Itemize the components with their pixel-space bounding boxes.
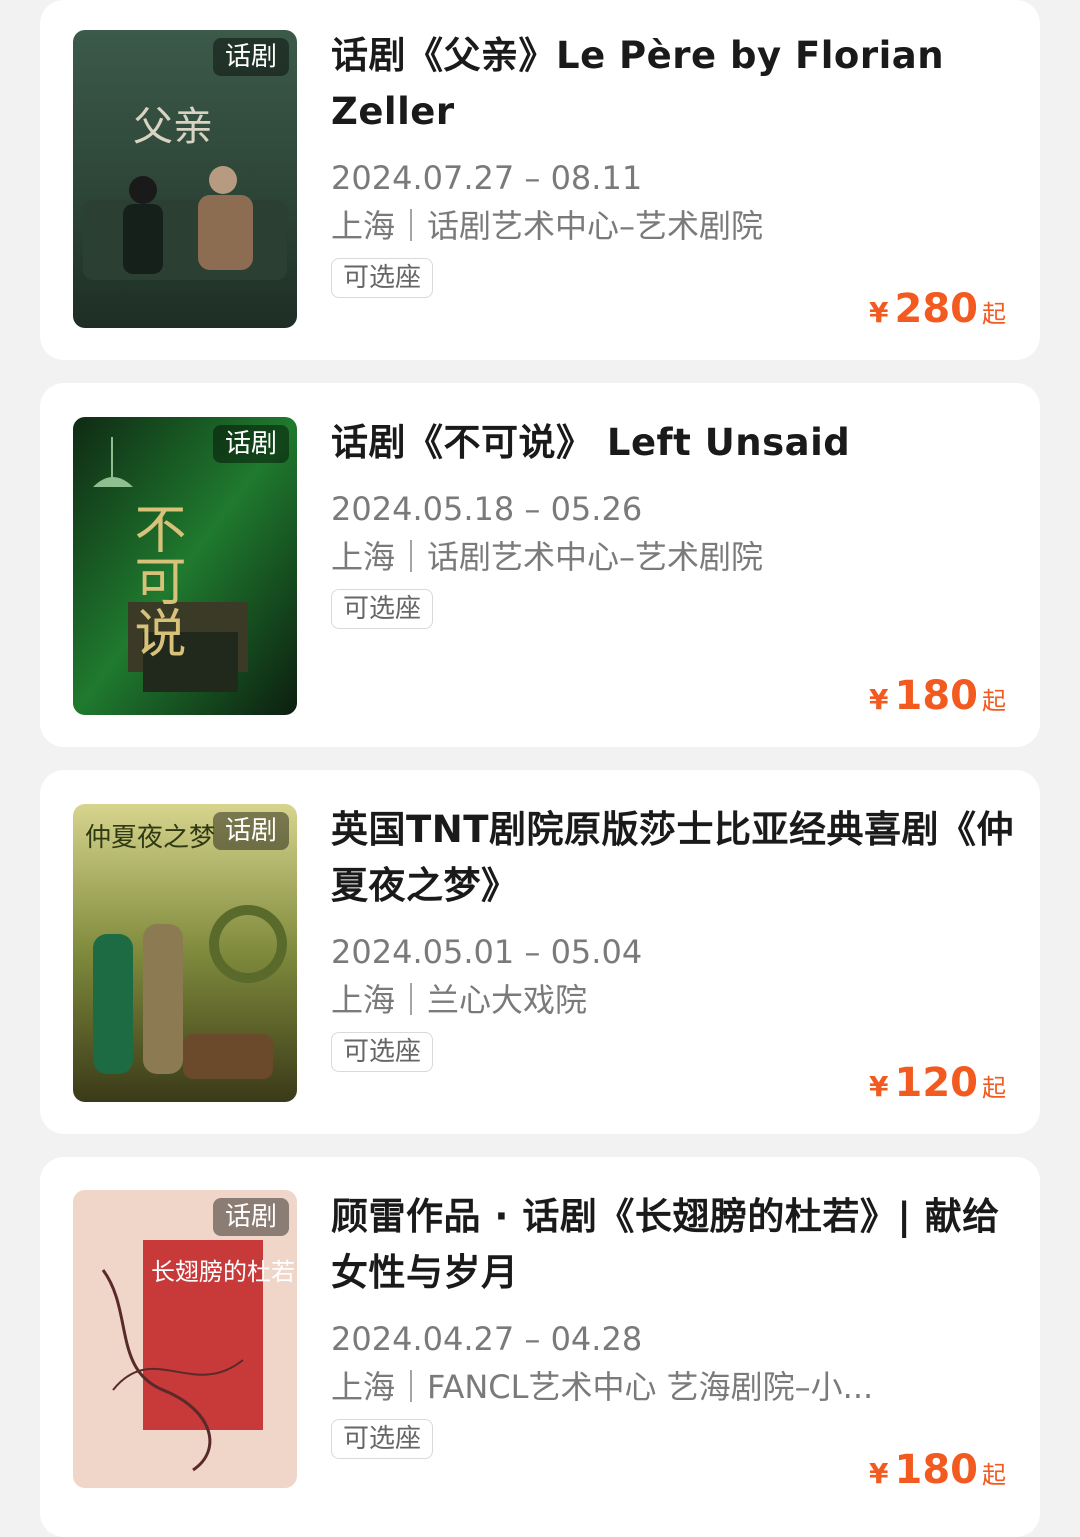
poster-title-text: 仲夏夜之梦 <box>85 823 215 853</box>
seat-selectable-badge: 可选座 <box>331 1032 434 1072</box>
price-suffix: 起 <box>982 687 1006 715</box>
show-card-father[interactable]: 父亲 话剧 话剧《父亲》Le Père by Florian Zeller 20… <box>40 0 1040 360</box>
show-card-midsummer[interactable]: 仲夏夜之梦 话剧 英国TNT剧院原版莎士比亚经典喜剧《仲夏夜之梦》 2024.0… <box>40 770 1040 1134</box>
price-suffix: 起 <box>982 300 1006 328</box>
show-list: 父亲 话剧 话剧《父亲》Le Père by Florian Zeller 20… <box>0 0 1080 1537</box>
price-value: 120 <box>894 1060 979 1106</box>
show-venue: 上海｜兰心大戏院 <box>331 981 588 1019</box>
show-title[interactable]: 话剧《父亲》Le Père by Florian Zeller <box>331 28 1021 140</box>
currency-symbol: ¥ <box>869 296 889 329</box>
price-value: 180 <box>894 673 979 719</box>
price: ¥120 起 <box>869 1060 1006 1106</box>
show-card-left-unsaid[interactable]: 不可说 话剧 话剧《不可说》 Left Unsaid 2024.05.18 – … <box>40 383 1040 747</box>
currency-symbol: ¥ <box>869 1457 889 1490</box>
price: ¥280 起 <box>869 286 1006 332</box>
poster-title-text: 父亲 <box>133 104 213 150</box>
poster-title-text: 不可说 <box>125 502 185 658</box>
currency-symbol: ¥ <box>869 1070 889 1103</box>
price-value: 180 <box>894 1447 979 1493</box>
show-venue: 上海｜话剧艺术中心–艺术剧院 <box>331 207 764 245</box>
price-suffix: 起 <box>982 1074 1006 1102</box>
show-date: 2024.07.27 – 08.11 <box>331 159 643 197</box>
price-value: 280 <box>894 286 979 332</box>
poster-image[interactable]: 不可说 话剧 <box>73 417 297 715</box>
category-tag: 话剧 <box>212 1198 289 1236</box>
price-suffix: 起 <box>982 1461 1006 1489</box>
show-title[interactable]: 英国TNT剧院原版莎士比亚经典喜剧《仲夏夜之梦》 <box>331 802 1021 914</box>
poster-image[interactable]: 仲夏夜之梦 话剧 <box>73 804 297 1102</box>
currency-symbol: ¥ <box>869 683 889 716</box>
seat-selectable-badge: 可选座 <box>331 258 434 298</box>
poster-image[interactable]: 父亲 话剧 <box>73 30 297 328</box>
show-venue: 上海｜FANCL艺术中心 艺海剧院–小... <box>331 1368 874 1406</box>
show-date: 2024.04.27 – 04.28 <box>331 1320 643 1358</box>
show-venue: 上海｜话剧艺术中心–艺术剧院 <box>331 538 764 576</box>
price: ¥180 起 <box>869 1447 1006 1493</box>
show-card-winged-duruo[interactable]: 长翅膀的杜若 话剧 顾雷作品 · 话剧《长翅膀的杜若》| 献给女性与岁月 202… <box>40 1157 1040 1537</box>
poster-title-text: 长翅膀的杜若 <box>151 1258 295 1286</box>
seat-selectable-badge: 可选座 <box>331 589 434 629</box>
poster-image[interactable]: 长翅膀的杜若 话剧 <box>73 1190 297 1488</box>
price: ¥180 起 <box>869 673 1006 719</box>
category-tag: 话剧 <box>212 812 289 850</box>
show-date: 2024.05.18 – 05.26 <box>331 490 643 528</box>
category-tag: 话剧 <box>212 425 289 463</box>
show-date: 2024.05.01 – 05.04 <box>331 933 643 971</box>
show-title[interactable]: 顾雷作品 · 话剧《长翅膀的杜若》| 献给女性与岁月 <box>331 1189 1021 1301</box>
show-title[interactable]: 话剧《不可说》 Left Unsaid <box>331 415 1021 471</box>
seat-selectable-badge: 可选座 <box>331 1419 434 1459</box>
category-tag: 话剧 <box>212 38 289 76</box>
